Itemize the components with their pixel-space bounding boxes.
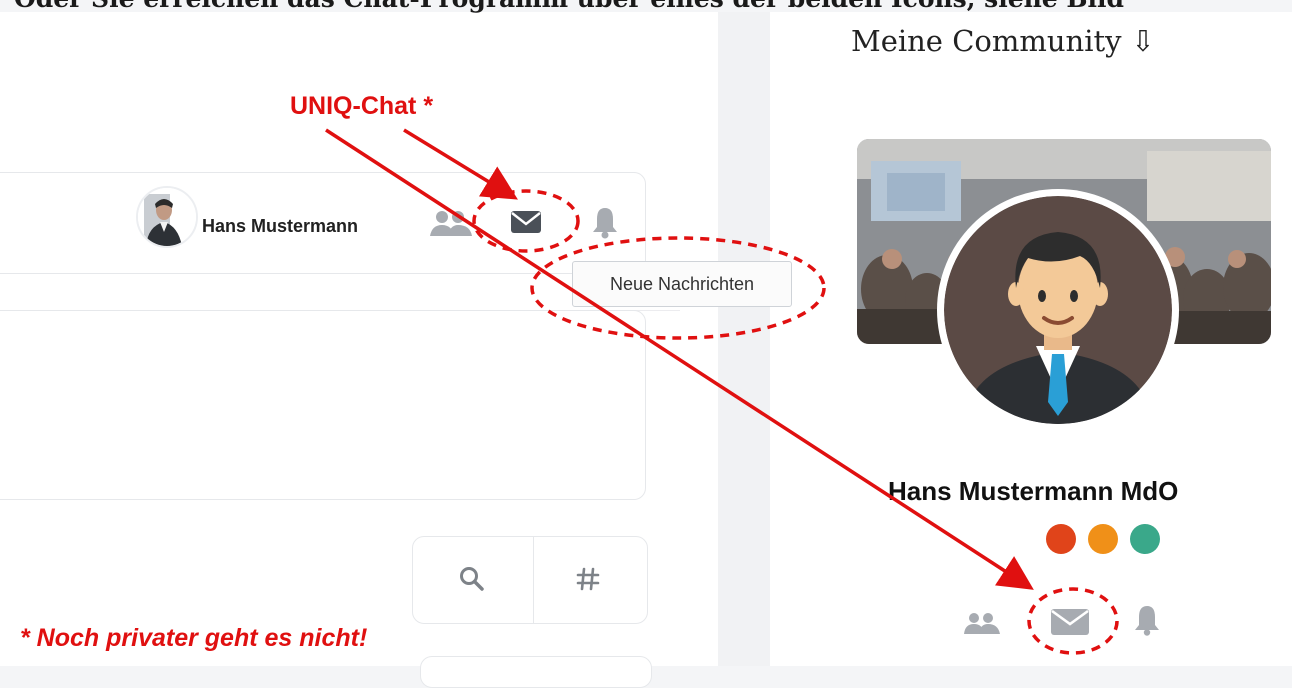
envelope-icon[interactable] <box>1051 609 1089 635</box>
bell-icon[interactable] <box>591 205 619 239</box>
power-badge-icon <box>1046 524 1076 554</box>
envelope-icon[interactable] <box>511 211 541 233</box>
shield-badge-icon <box>1130 524 1160 554</box>
panel-gutter <box>718 12 770 666</box>
privacy-note: * Noch privater geht es nicht! <box>20 624 368 652</box>
instruction-caption: Oder Sie erreichen das Chat-Programm übe… <box>14 0 1124 13</box>
profile-avatar[interactable] <box>944 196 1172 424</box>
post-input-box[interactable] <box>0 310 646 500</box>
location-badge-icon <box>1088 524 1118 554</box>
toolbar-divider <box>533 537 534 623</box>
avatar[interactable] <box>136 186 198 248</box>
bell-icon[interactable] <box>1134 604 1160 636</box>
contacts-icon[interactable] <box>428 208 474 238</box>
new-messages-tooltip: Neue Nachrichten <box>572 261 792 307</box>
search-toolbar <box>412 536 648 624</box>
profile-name: Hans Mustermann MdO <box>888 476 1179 506</box>
community-title: Meine Community ⇩ <box>851 24 1156 58</box>
hashtag-icon[interactable] <box>575 566 601 592</box>
user-name[interactable]: Hans Mustermann <box>202 216 358 237</box>
uniq-chat-annotation: UNIQ-Chat * <box>290 92 434 120</box>
search-icon[interactable] <box>459 566 485 592</box>
contacts-icon[interactable] <box>962 611 1002 635</box>
badge-row <box>1046 524 1172 554</box>
next-card <box>420 656 652 688</box>
